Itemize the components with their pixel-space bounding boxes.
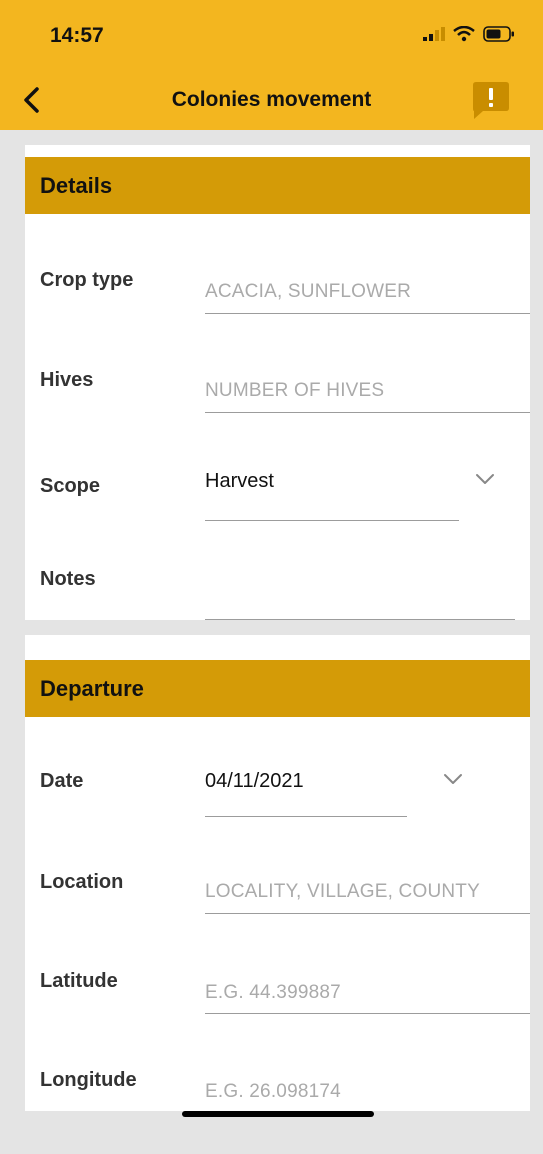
home-indicator (182, 1111, 374, 1117)
latitude-underline (205, 1013, 530, 1014)
status-time: 14:57 (50, 24, 104, 47)
longitude-label: Longitude (40, 1069, 137, 1091)
departure-section-title: Departure (40, 676, 144, 701)
departure-section-header: Departure (25, 660, 530, 717)
date-select[interactable]: 04/11/2021 (205, 770, 304, 793)
scope-select[interactable]: Harvest (205, 470, 274, 493)
status-icons (423, 26, 515, 42)
details-section-title: Details (40, 173, 113, 198)
hives-underline (205, 412, 530, 413)
scope-chevron-down-icon[interactable] (475, 472, 495, 486)
hives-label: Hives (40, 369, 94, 391)
notes-underline (205, 619, 515, 620)
notes-label: Notes (40, 568, 96, 590)
latitude-input[interactable]: E.G. 44.399887 (205, 982, 341, 1004)
latitude-label: Latitude (40, 970, 118, 992)
location-label: Location (40, 871, 124, 893)
signal-icon (423, 27, 445, 41)
longitude-input[interactable]: E.G. 26.098174 (205, 1081, 341, 1103)
departure-card: Departure Date 04/11/2021 Location LOCAL… (25, 635, 530, 1111)
scope-underline (205, 520, 459, 521)
battery-icon (483, 26, 514, 42)
crop-type-label: Crop type (40, 269, 134, 291)
scope-label: Scope (40, 475, 101, 497)
location-input[interactable]: LOCALITY, VILLAGE, COUNTY (205, 881, 480, 903)
details-card: Details Crop type ACACIA, SUNFLOWER Hive… (25, 145, 530, 620)
date-underline (205, 816, 407, 817)
hives-input[interactable]: NUMBER OF HIVES (205, 380, 384, 402)
date-chevron-down-icon[interactable] (443, 772, 463, 786)
date-label: Date (40, 770, 84, 792)
details-section-header: Details (25, 157, 530, 214)
notes-input[interactable] (205, 585, 515, 615)
wifi-icon (453, 26, 475, 42)
page-title: Colonies movement (171, 88, 372, 111)
app-header: 14:57 Colonies movement (0, 0, 543, 130)
location-underline (205, 913, 530, 914)
crop-type-input[interactable]: ACACIA, SUNFLOWER (205, 281, 411, 303)
crop-type-underline (205, 313, 530, 314)
report-alert-icon[interactable] (471, 82, 511, 120)
